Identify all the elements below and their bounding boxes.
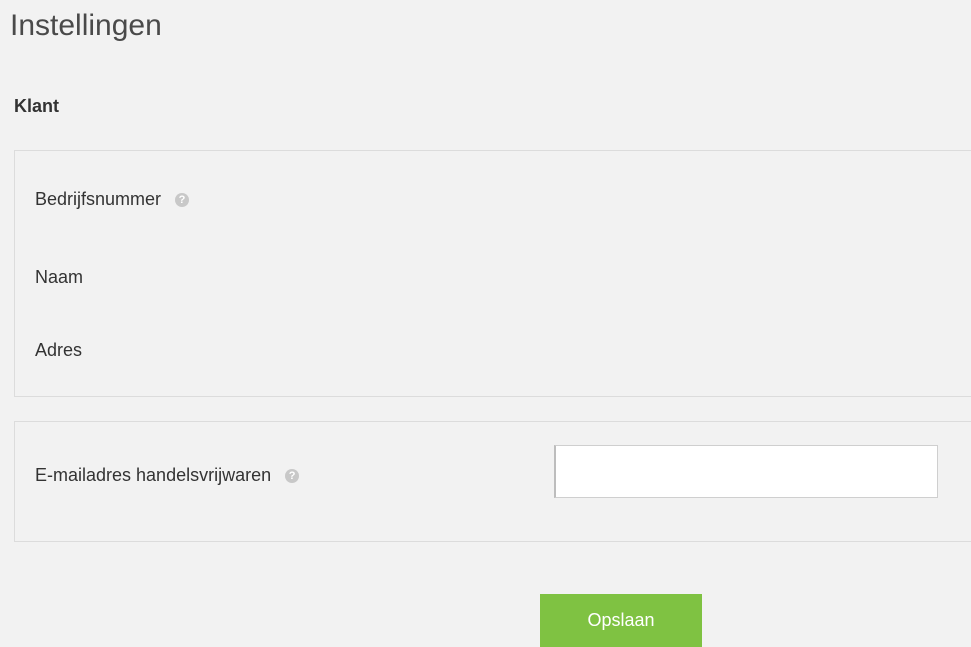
question-circle-icon[interactable]: ? [285,468,300,483]
company-number-label: Bedrijfsnummer [35,189,162,209]
email-field[interactable] [554,445,938,498]
section-title: Klant [14,96,59,116]
save-button[interactable]: Opslaan [540,594,702,647]
name-row: Naam [35,267,83,288]
company-number-row: Bedrijfsnummer ? [35,189,190,210]
page-title: Instellingen [10,9,162,42]
email-settings-panel: E-mailadres handelsvrijwaren ? [14,421,971,542]
address-label: Adres [35,340,83,360]
name-label: Naam [35,267,84,287]
address-row: Adres [35,340,82,361]
customer-info-panel: Bedrijfsnummer ? Naam Adres [14,150,971,397]
question-circle-icon[interactable]: ? [175,192,190,207]
email-label: E-mailadres handelsvrijwaren [35,465,272,485]
email-row: E-mailadres handelsvrijwaren ? [35,465,300,486]
